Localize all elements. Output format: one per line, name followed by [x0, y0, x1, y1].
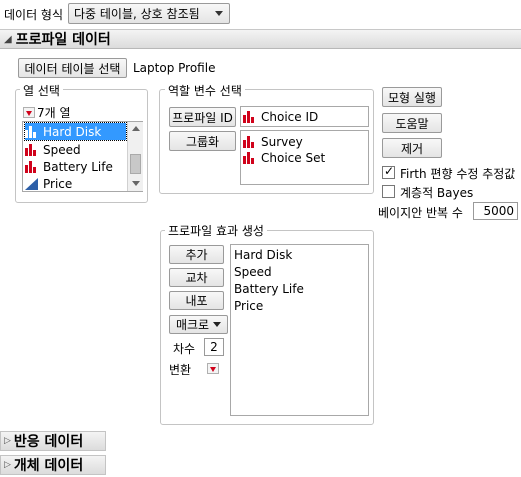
list-item[interactable]: Speed [25, 141, 81, 158]
response-data-title: 반응 데이터 [13, 434, 84, 450]
nominal-column-icon [25, 144, 36, 156]
nominal-column-icon [243, 111, 254, 123]
profile-effects-listbox[interactable]: Hard Disk Speed Battery Life Price [230, 244, 369, 416]
profile-id-listbox[interactable]: Choice ID [240, 106, 369, 127]
data-format-label: 데이터 형식 [4, 8, 64, 22]
profile-table-name: Laptop Profile [133, 61, 216, 75]
list-item[interactable]: Battery Life [234, 280, 304, 297]
column-count: 7개 열 [37, 106, 71, 120]
nominal-column-icon [243, 152, 254, 164]
checkmark-icon: ✓ [384, 164, 395, 178]
help-button[interactable]: 도움말 [382, 113, 442, 133]
list-item[interactable]: Choice ID [243, 108, 318, 125]
bayesian-iterations-input[interactable]: 5000 [473, 202, 518, 220]
continuous-column-icon [25, 178, 38, 190]
data-format-dropdown[interactable]: 다중 테이블, 상호 참조됨 [68, 3, 230, 24]
list-item[interactable]: Hard Disk [24, 122, 127, 141]
grouping-button[interactable]: 그룹화 [169, 131, 236, 151]
profile-data-title: 프로파일 데이터 [15, 32, 111, 48]
role-variables-title: 역할 변수 선택 [165, 82, 245, 99]
macros-button[interactable]: 매크로 [169, 315, 228, 334]
response-data-header[interactable]: ▷ 반응 데이터 [0, 431, 106, 451]
run-model-button[interactable]: 모형 실행 [382, 87, 442, 107]
nominal-column-icon [25, 161, 36, 173]
bayesian-iterations-label: 베이지안 반복 수 [378, 206, 463, 220]
profile-data-header[interactable]: ◢ 프로파일 데이터 [0, 29, 521, 49]
list-item[interactable]: Survey [243, 133, 303, 150]
column-list-scrollbar[interactable] [127, 122, 143, 191]
subject-data-header[interactable]: ▷ 개체 데이터 [0, 455, 106, 475]
scroll-up-icon[interactable] [132, 126, 140, 131]
cross-button[interactable]: 교차 [169, 268, 224, 287]
column-selection-title: 열 선택 [20, 82, 63, 99]
profile-id-button[interactable]: 프로파일 ID [169, 107, 236, 127]
hierarchical-bayes-checkbox[interactable] [382, 185, 395, 198]
remove-button[interactable]: 제거 [382, 138, 442, 158]
select-data-table-button[interactable]: 데이터 테이블 선택 [18, 58, 127, 78]
nest-button[interactable]: 내포 [169, 291, 224, 310]
column-count-row[interactable]: 7개 열 [23, 104, 71, 121]
firth-checkbox[interactable]: ✓ [382, 164, 395, 179]
transform-menu-icon[interactable] [207, 363, 219, 374]
list-item[interactable]: Speed [234, 263, 272, 280]
subject-data-title: 개체 데이터 [13, 458, 84, 474]
list-item[interactable]: Choice Set [243, 149, 325, 166]
list-item[interactable]: Price [234, 297, 263, 314]
list-item[interactable]: Battery Life [25, 158, 113, 175]
list-item[interactable]: Price [25, 175, 72, 192]
add-effect-button[interactable]: 추가 [169, 245, 224, 264]
firth-label: Firth 편향 수정 추정값 [400, 167, 516, 181]
list-item[interactable]: Hard Disk [234, 246, 292, 263]
scroll-down-icon[interactable] [132, 181, 140, 186]
disclosure-open-icon[interactable]: ◢ [4, 34, 12, 45]
column-menu-icon[interactable] [23, 107, 35, 118]
transform-label: 변환 [169, 363, 192, 377]
nominal-column-icon [25, 126, 36, 138]
hierarchical-bayes-label: 계층적 Bayes [400, 186, 474, 200]
degree-label: 차수 [173, 342, 196, 356]
data-format-value: 다중 테이블, 상호 참조됨 [74, 7, 200, 21]
profile-effects-title: 프로파일 효과 생성 [165, 222, 267, 239]
chevron-down-icon [215, 11, 223, 16]
nominal-column-icon [243, 136, 254, 148]
disclosure-closed-icon[interactable]: ▷ [4, 436, 11, 446]
disclosure-closed-icon[interactable]: ▷ [4, 460, 11, 470]
chevron-down-icon [213, 322, 222, 327]
grouping-listbox[interactable]: Survey Choice Set [240, 130, 369, 185]
scroll-thumb[interactable] [130, 154, 141, 174]
column-listbox[interactable]: Hard Disk Speed Battery Life Price [22, 121, 143, 192]
degree-input[interactable]: 2 [204, 338, 224, 356]
